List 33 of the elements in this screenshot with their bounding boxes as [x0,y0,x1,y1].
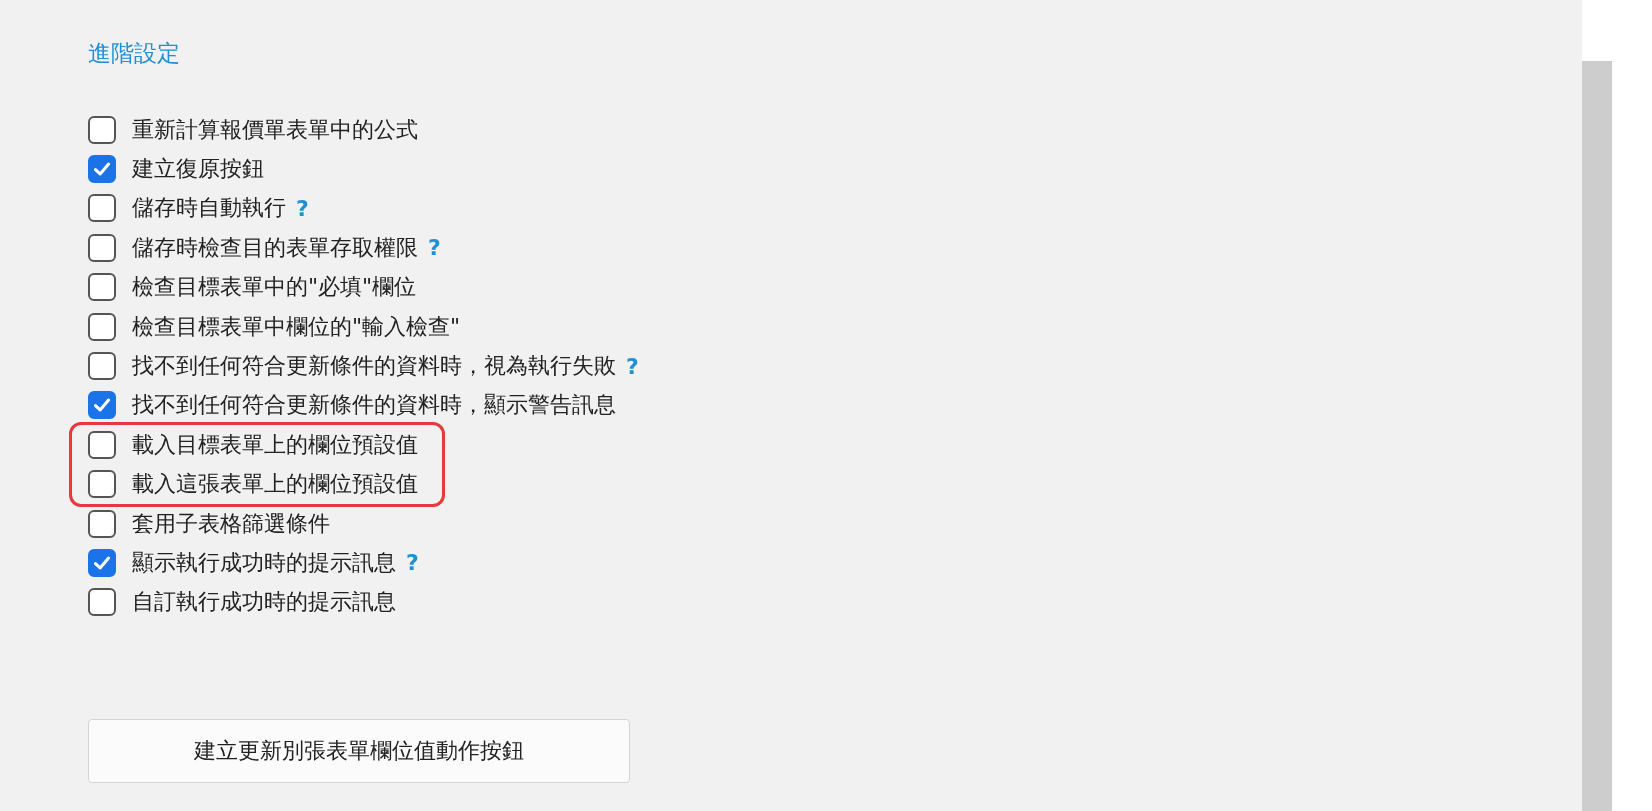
checkbox[interactable] [88,273,116,302]
option-label: 載入這張表單上的欄位預設值 [132,470,418,499]
help-icon[interactable]: ? [626,353,639,379]
option-label: 找不到任何符合更新條件的資料時，顯示警告訊息 [132,391,616,420]
checkbox[interactable] [88,312,116,341]
option-label: 檢查目標表單中的"必填"欄位 [132,273,417,302]
option-label: 自訂執行成功時的提示訊息 [132,588,396,617]
checkbox[interactable] [88,391,116,420]
option-label: 建立復原按鈕 [132,155,264,184]
create-action-button[interactable]: 建立更新別張表單欄位值動作按鈕 [88,719,630,784]
help-icon[interactable]: ? [296,195,309,221]
option-label: 重新計算報價單表單中的公式 [132,115,418,144]
option-label: 儲存時檢查目的表單存取權限 [132,233,418,262]
checkbox[interactable] [88,549,116,577]
checkbox[interactable] [88,509,116,538]
option-label: 顯示執行成功時的提示訊息 [132,549,396,577]
help-icon[interactable]: ? [428,235,441,261]
option-label: 找不到任何符合更新條件的資料時，視為執行失敗 [132,352,616,381]
checkbox[interactable] [88,194,116,223]
checkbox[interactable] [88,470,116,499]
checkbox[interactable] [88,588,116,617]
checkbox[interactable] [88,352,116,381]
option-label: 套用子表格篩選條件 [132,509,330,538]
checkbox[interactable] [88,233,116,262]
checkbox[interactable] [88,430,116,459]
checkbox[interactable] [88,155,116,184]
option-label: 檢查目標表單中欄位的"輸入檢查" [132,312,461,341]
scrollbar[interactable] [1582,61,1612,811]
option-label: 載入目標表單上的欄位預設值 [132,430,418,459]
checkbox[interactable] [88,115,116,144]
option-label: 儲存時自動執行 [132,194,286,223]
section-title: 進階設定 [88,39,181,68]
help-icon[interactable]: ? [406,550,419,576]
